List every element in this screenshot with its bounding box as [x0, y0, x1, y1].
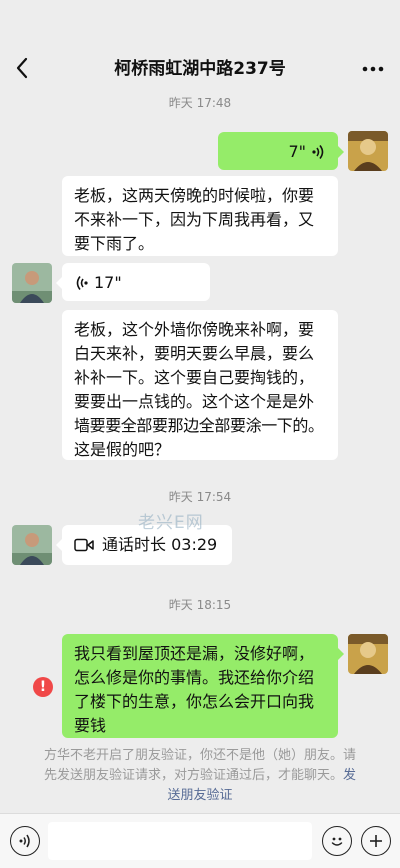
watermark: 老兴E网: [138, 513, 204, 533]
emoji-button[interactable]: [322, 826, 352, 856]
chat-header: 柯桥雨虹湖中路237号: [0, 0, 400, 88]
message-input[interactable]: [48, 822, 312, 860]
contact-avatar[interactable]: [12, 525, 52, 565]
message-list[interactable]: 昨天 17:48 7" 老板，这两天傍晚的时候啦，你要 不来补一下，因为下周我再…: [0, 88, 400, 813]
send-verification-link[interactable]: 发: [343, 768, 356, 783]
notice-line: 方华不老开启了朋友验证，你还不是他（她）朋友。请: [43, 748, 356, 763]
more-horizontal-icon: [362, 66, 384, 72]
timestamp: 昨天 18:15: [168, 598, 232, 612]
send-failed-icon[interactable]: !: [33, 677, 53, 697]
message-line: 了楼下的生意，你怎么会开口向我: [74, 692, 315, 711]
friend-verification-notice: 方华不老开启了朋友验证，你还不是他（她）朋友。请 先发送朋友验证请求，对方验证通…: [30, 746, 370, 806]
chat-title: 柯桥雨虹湖中路237号: [114, 59, 286, 79]
voice-waves-icon: [76, 276, 88, 290]
message-line: 怎么修是你的事情。我还给你介绍: [74, 668, 315, 687]
message-line: 补补一下。这个要自己要掏钱的，: [74, 368, 315, 387]
voice-message-bubble[interactable]: 17": [56, 263, 210, 301]
my-avatar[interactable]: [348, 131, 388, 171]
message-line: 要要出一点钱的。这个这个是是外: [74, 392, 315, 411]
more-button[interactable]: [360, 58, 386, 80]
more-functions-button[interactable]: [361, 826, 391, 856]
message-line: 白天来补，要明天要么早晨，要么: [74, 344, 315, 363]
message-line: 这是假的吧？: [74, 440, 171, 459]
message-line: 要下雨了。: [74, 234, 155, 253]
message-line: 不来补一下，因为下周我再看，又: [74, 210, 315, 229]
message-line: 老板，这两天傍晚的时候啦，你要: [74, 186, 315, 205]
message-line: 墙要要全部要那边全部要涂一下的。: [74, 416, 324, 435]
video-call-icon: [74, 538, 94, 552]
send-verification-link[interactable]: 送朋友验证: [30, 786, 370, 806]
chevron-left-icon: [16, 57, 28, 79]
notice-line: 先发送朋友验证请求，对方验证通过后，才能聊天。: [43, 768, 343, 783]
voice-duration: 17": [94, 273, 122, 292]
text-message-bubble[interactable]: 我只看到屋顶还是漏，没修好啊， 怎么修是你的事情。我还给你介绍 了楼下的生意，你…: [62, 634, 344, 738]
plus-icon: [370, 835, 382, 847]
contact-avatar[interactable]: [12, 263, 52, 303]
voice-duration: 7": [288, 142, 306, 161]
text-message-bubble[interactable]: 老板，这两天傍晚的时候啦，你要 不来补一下，因为下周我再看，又 要下雨了。: [62, 176, 338, 256]
emoji-icon: [331, 837, 343, 846]
voice-waves-icon: [312, 145, 324, 159]
voice-input-icon: [19, 834, 30, 848]
voice-message-bubble[interactable]: 7": [218, 132, 344, 170]
back-button[interactable]: [10, 54, 34, 82]
timestamp: 昨天 17:54: [168, 490, 232, 504]
message-line: 我只看到屋顶还是漏，没修好啊，: [74, 644, 315, 663]
voice-input-button[interactable]: [10, 826, 40, 856]
call-duration-text: 通话时长 03:29: [102, 535, 218, 554]
timestamp: 昨天 17:48: [168, 96, 232, 110]
my-avatar[interactable]: [348, 634, 388, 674]
message-line: 要钱: [74, 716, 107, 735]
message-line: 老板，这个外墙你傍晚来补啊，要: [74, 320, 315, 339]
text-message-bubble[interactable]: 老板，这个外墙你傍晚来补啊，要 白天来补，要明天要么早晨，要么 补补一下。这个要…: [62, 310, 338, 460]
input-bar: [0, 813, 400, 868]
